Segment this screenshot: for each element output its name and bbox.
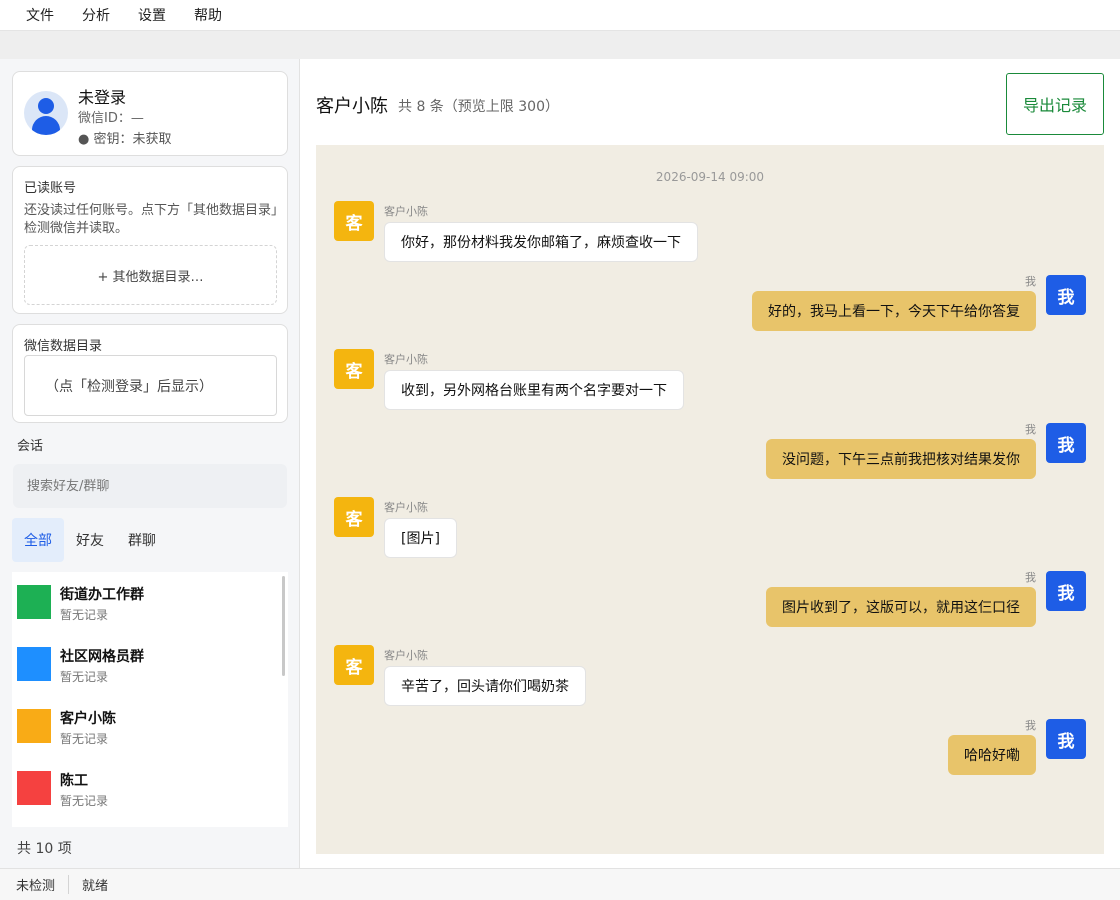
- session-avatar: [17, 585, 51, 619]
- chat-title: 客户小陈: [316, 96, 388, 117]
- session-preview: 暂无记录: [60, 794, 109, 808]
- user-name: 未登录: [78, 88, 127, 107]
- toolbar: [0, 31, 1120, 59]
- session-preview: 暂无记录: [60, 732, 109, 746]
- wechat-dir-field: （点「检测登录」后显示）: [24, 355, 277, 416]
- menu-analyze[interactable]: 分析: [68, 5, 124, 25]
- chat-panel: 客户小陈 共 8 条（预览上限 300） 导出记录 2026-09-14 09:…: [300, 59, 1120, 868]
- message-bubble[interactable]: 没问题，下午三点前我把核对结果发你: [766, 439, 1036, 479]
- list-item[interactable]: 街道办工作群 暂无记录: [12, 572, 282, 634]
- menu-file[interactable]: 文件: [12, 5, 68, 25]
- other-data-dir-button[interactable]: + 其他数据目录…: [24, 245, 277, 305]
- session-list-scrollbar[interactable]: [282, 576, 285, 676]
- menu-settings[interactable]: 设置: [124, 5, 180, 25]
- read-accounts-card: 已读账号 还没读过任何账号。点下方「其他数据目录」检测微信并读取。 + 其他数据…: [12, 166, 288, 314]
- list-item[interactable]: 客户小陈 暂无记录: [12, 696, 282, 758]
- message-bubble[interactable]: 哈哈好嘞: [948, 735, 1036, 775]
- session-avatar: [17, 709, 51, 743]
- message-bubble[interactable]: [图片]: [384, 518, 457, 558]
- my-avatar: 我: [1046, 275, 1086, 315]
- sessions-label: 会话: [17, 439, 44, 454]
- session-total: 共 10 项: [17, 841, 72, 857]
- app-status: 就绪: [82, 879, 109, 894]
- message-bubble[interactable]: 好的，我马上看一下，今天下午给你答复: [752, 291, 1036, 331]
- session-search-input[interactable]: [13, 464, 287, 508]
- chat-messages: 2026-09-14 09:00 客客户小陈 你好，那份材料我发你邮箱了，麻烦查收…: [316, 145, 1104, 854]
- status-bar: 未检测 就绪: [0, 868, 1120, 900]
- session-name: 社区网格员群: [60, 649, 144, 665]
- wechat-id: 微信ID：—: [78, 111, 144, 126]
- chat-timestamp: 2026-09-14 09:00: [655, 170, 765, 184]
- message-sender: 我: [1025, 571, 1036, 584]
- contact-avatar: 客: [334, 201, 374, 241]
- menu-help[interactable]: 帮助: [180, 5, 236, 25]
- session-name: 陈工: [60, 773, 88, 789]
- key-status: ● 密钥：未获取: [78, 132, 172, 147]
- my-avatar: 我: [1046, 571, 1086, 611]
- session-tabs: 全部 好友 群聊: [12, 518, 168, 562]
- wechat-dir-card: 微信数据目录 （点「检测登录」后显示）: [12, 324, 288, 423]
- tab-friends[interactable]: 好友: [64, 518, 116, 562]
- message-sender: 我: [1025, 719, 1036, 732]
- wechat-dir-title: 微信数据目录: [24, 339, 103, 354]
- contact-avatar: 客: [334, 349, 374, 389]
- sidebar: 未登录 微信ID：— ● 密钥：未获取 已读账号 还没读过任何账号。点下方「其他…: [0, 59, 300, 868]
- my-avatar: 我: [1046, 423, 1086, 463]
- list-item[interactable]: 社区网格员群 暂无记录: [12, 634, 282, 696]
- session-list: 街道办工作群 暂无记录 社区网格员群 暂无记录 客户小陈 暂无记录 陈工 暂无记…: [12, 572, 288, 827]
- message-sender: 我: [1025, 423, 1036, 436]
- session-preview: 暂无记录: [60, 670, 109, 684]
- export-button[interactable]: 导出记录: [1006, 73, 1104, 135]
- detect-status: 未检测: [0, 875, 70, 894]
- session-avatar: [17, 647, 51, 681]
- session-preview: 暂无记录: [60, 608, 109, 622]
- tab-all[interactable]: 全部: [12, 518, 64, 562]
- tab-groups[interactable]: 群聊: [116, 518, 168, 562]
- message-sender: 客户小陈: [384, 205, 428, 218]
- message-bubble[interactable]: 图片收到了，这版可以，就用这仨口径: [766, 587, 1036, 627]
- session-avatar: [17, 771, 51, 805]
- user-card: 未登录 微信ID：— ● 密钥：未获取: [12, 71, 288, 156]
- message-bubble[interactable]: 你好，那份材料我发你邮箱了，麻烦查收一下: [384, 222, 698, 262]
- list-item[interactable]: 陈工 暂无记录: [12, 758, 282, 820]
- contact-avatar: 客: [334, 645, 374, 685]
- session-name: 客户小陈: [60, 711, 116, 727]
- message-sender: 客户小陈: [384, 501, 428, 514]
- session-name: 街道办工作群: [60, 587, 144, 603]
- user-avatar-icon: [24, 91, 68, 135]
- menu-bar: 文件 分析 设置 帮助: [0, 0, 1120, 31]
- my-avatar: 我: [1046, 719, 1086, 759]
- message-sender: 我: [1025, 275, 1036, 288]
- message-bubble[interactable]: 收到，另外网格台账里有两个名字要对一下: [384, 370, 684, 410]
- contact-avatar: 客: [334, 497, 374, 537]
- message-bubble[interactable]: 辛苦了，回头请你们喝奶茶: [384, 666, 586, 706]
- chat-count: 共 8 条（预览上限 300）: [398, 99, 559, 115]
- message-sender: 客户小陈: [384, 353, 428, 366]
- read-accounts-title: 已读账号: [24, 181, 77, 196]
- message-sender: 客户小陈: [384, 649, 428, 662]
- read-accounts-desc: 还没读过任何账号。点下方「其他数据目录」检测微信并读取。: [24, 203, 278, 236]
